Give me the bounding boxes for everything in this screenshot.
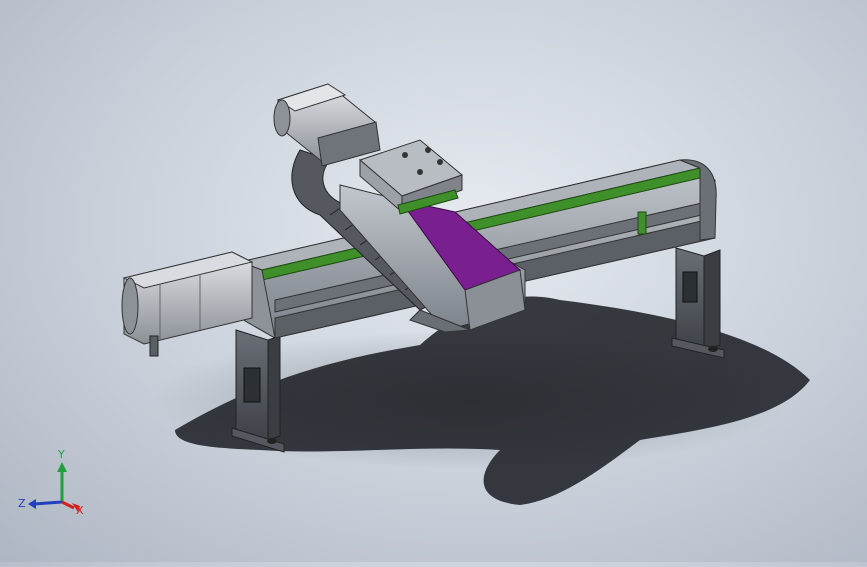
cad-viewport[interactable]: Y Z X xyxy=(0,0,867,562)
left-support-leg xyxy=(231,329,285,453)
right-support-leg xyxy=(671,247,725,359)
y-axis-label: Y xyxy=(57,448,65,461)
limit-sensor xyxy=(637,211,647,235)
z-axis-arrow xyxy=(33,500,63,506)
x-axis-label: X xyxy=(76,504,84,517)
model-scene[interactable]: Y Z X xyxy=(0,0,867,562)
z-axis-label: Z xyxy=(18,497,26,510)
coordinate-triad: Y Z X xyxy=(18,448,84,517)
base-servo-motor xyxy=(121,251,254,357)
cross-servo-motor xyxy=(273,83,381,167)
